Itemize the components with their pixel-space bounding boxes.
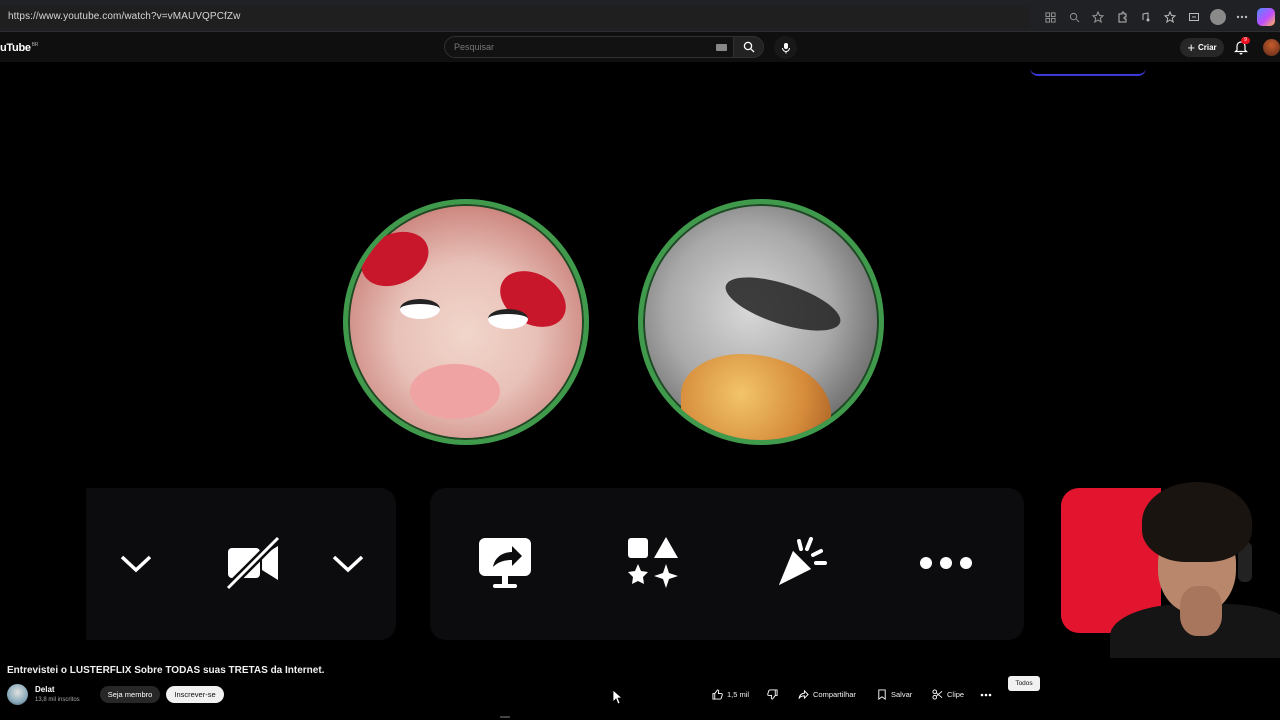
copilot-icon[interactable] bbox=[1256, 7, 1276, 27]
share-label: Compartilhar bbox=[813, 690, 856, 699]
subscribe-button[interactable]: Inscrever-se bbox=[166, 686, 224, 703]
more-horizontal-icon bbox=[980, 693, 992, 696]
share-icon bbox=[798, 689, 809, 700]
youtube-header: uTubeBR Pesquisar + Criar 9 bbox=[0, 32, 1280, 62]
favorites-icon[interactable] bbox=[1160, 7, 1180, 27]
person-hand-shape bbox=[1180, 586, 1222, 636]
extensions-icon[interactable] bbox=[1112, 7, 1132, 27]
subscriber-count: 13,8 mil inscritos bbox=[35, 697, 80, 703]
participant-avatar-anime bbox=[343, 199, 589, 445]
channel-avatar[interactable] bbox=[7, 684, 28, 705]
microphone-icon bbox=[781, 42, 790, 53]
notification-badge: 9 bbox=[1241, 37, 1250, 44]
audio-options-chevron-icon[interactable] bbox=[101, 528, 171, 598]
streamer-webcam-overlay bbox=[1030, 482, 1280, 658]
more-actions-button[interactable] bbox=[980, 686, 992, 703]
camera-off-icon[interactable] bbox=[218, 528, 288, 598]
clip-label: Clipe bbox=[947, 690, 965, 699]
zoom-icon[interactable] bbox=[1064, 7, 1084, 27]
participant-avatar-raccoon bbox=[638, 199, 884, 445]
collections-icon[interactable] bbox=[1184, 7, 1204, 27]
video-title: Entrevistei o LUSTERFLIX Sobre TODAS sua… bbox=[7, 665, 325, 676]
search-button[interactable] bbox=[734, 36, 764, 58]
tooltip: Todos bbox=[1008, 676, 1040, 691]
profile-avatar[interactable] bbox=[1208, 7, 1228, 27]
create-label: Criar bbox=[1197, 43, 1217, 52]
video-options-chevron-icon[interactable] bbox=[313, 528, 383, 598]
channel-name[interactable]: Delat bbox=[35, 685, 55, 694]
keyboard-icon[interactable] bbox=[716, 44, 727, 51]
share-button[interactable]: Compartilhar bbox=[798, 686, 856, 703]
activities-icon[interactable] bbox=[618, 528, 688, 598]
logo-text: uTube bbox=[0, 42, 31, 54]
call-controls-middle bbox=[430, 488, 1024, 640]
screen-share-icon[interactable] bbox=[470, 528, 540, 598]
save-label: Salvar bbox=[891, 690, 913, 699]
scroll-indicator bbox=[500, 716, 510, 718]
apps-icon[interactable] bbox=[1040, 7, 1060, 27]
clip-button[interactable]: Clipe bbox=[932, 686, 964, 703]
thumbs-up-icon bbox=[712, 689, 723, 700]
address-bar[interactable]: https://www.youtube.com/watch?v=vMAUVQPC… bbox=[0, 6, 1030, 28]
create-button[interactable]: + Criar bbox=[1180, 38, 1224, 57]
browser-toolbar: https://www.youtube.com/watch?v=vMAUVQPC… bbox=[0, 0, 1280, 32]
bookmark-star-icon[interactable] bbox=[1088, 7, 1108, 27]
url-text[interactable]: https://www.youtube.com/watch?v=vMAUVQPC… bbox=[8, 11, 240, 22]
search-placeholder: Pesquisar bbox=[454, 42, 495, 52]
like-button[interactable]: 1,5 mil bbox=[712, 686, 749, 703]
voice-search-button[interactable] bbox=[774, 36, 797, 59]
browser-icons bbox=[1040, 6, 1276, 28]
media-control-icon[interactable] bbox=[1136, 7, 1156, 27]
save-button[interactable]: Salvar bbox=[877, 686, 912, 703]
like-count: 1,5 mil bbox=[727, 690, 750, 699]
video-player[interactable] bbox=[0, 62, 1280, 658]
eye-shape bbox=[488, 309, 528, 329]
thumbs-down-icon bbox=[767, 689, 778, 700]
purple-banner-edge bbox=[1030, 62, 1146, 76]
scissors-icon bbox=[932, 689, 943, 700]
raccoon-mask-shape bbox=[719, 266, 847, 342]
search-input[interactable]: Pesquisar bbox=[444, 36, 734, 58]
logo-region: BR bbox=[31, 42, 39, 49]
search-icon bbox=[743, 41, 754, 53]
soundboard-icon[interactable] bbox=[766, 528, 836, 598]
join-member-button[interactable]: Seja membro bbox=[100, 686, 160, 703]
pizza-shape bbox=[681, 354, 831, 440]
call-controls-left bbox=[86, 488, 396, 640]
dislike-button[interactable] bbox=[767, 686, 778, 703]
eye-shape bbox=[400, 299, 440, 319]
more-options-icon[interactable] bbox=[911, 528, 981, 598]
account-avatar[interactable] bbox=[1263, 39, 1280, 56]
video-info-bar: Entrevistei o LUSTERFLIX Sobre TODAS sua… bbox=[0, 658, 1280, 720]
red-bow-shape bbox=[352, 221, 438, 297]
person-hair-shape bbox=[1142, 482, 1252, 562]
youtube-logo[interactable]: uTubeBR bbox=[0, 42, 38, 54]
mouth-shape bbox=[410, 364, 500, 419]
more-menu-icon[interactable] bbox=[1232, 7, 1252, 27]
bookmark-icon bbox=[878, 689, 886, 700]
plus-icon: + bbox=[1187, 39, 1195, 55]
